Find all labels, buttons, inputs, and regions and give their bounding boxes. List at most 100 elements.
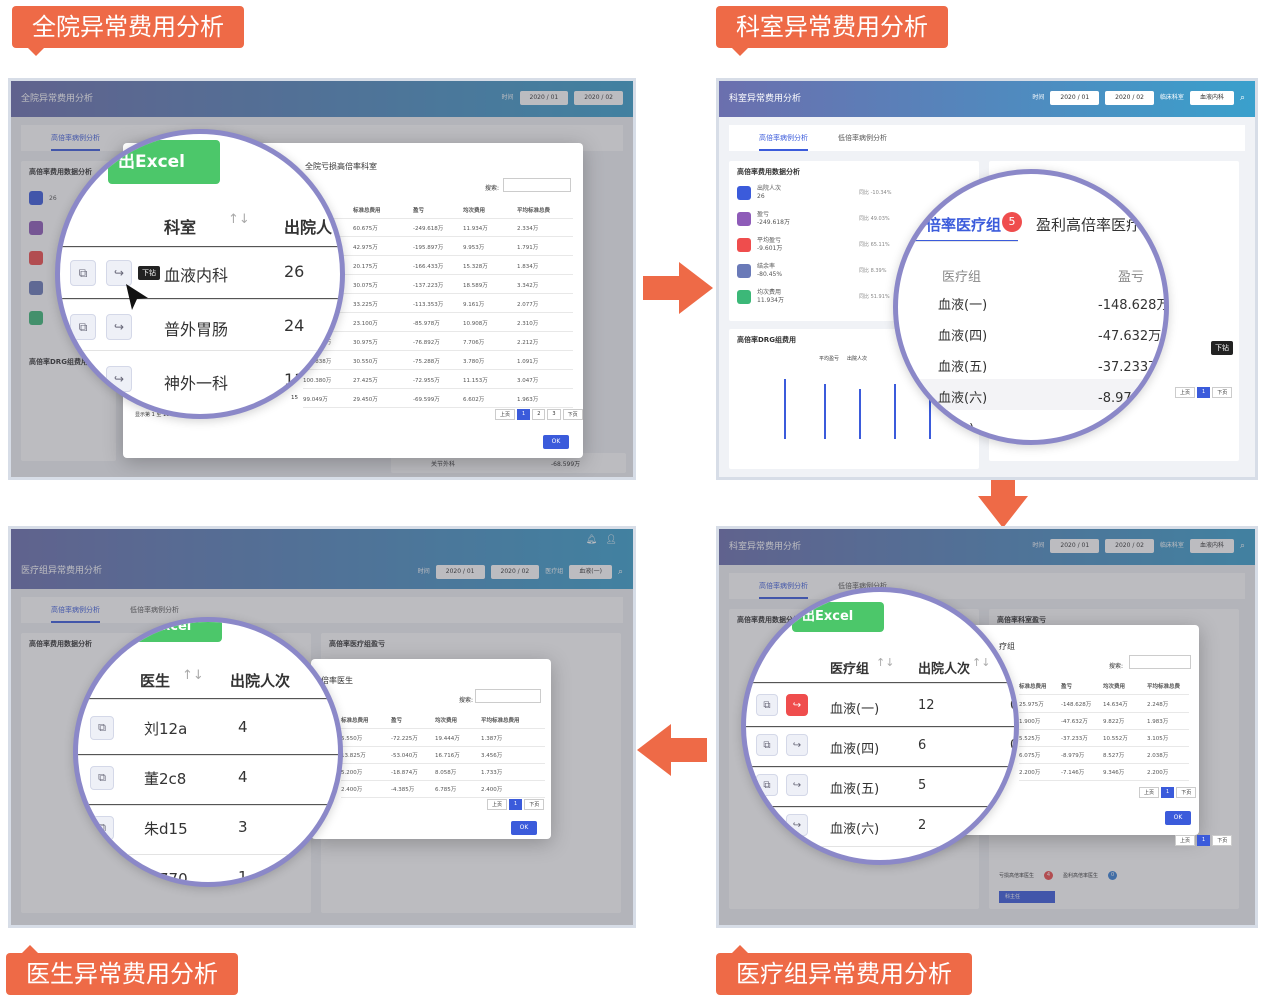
- sort-icon[interactable]: ↑↓: [182, 668, 204, 683]
- row-count: 12: [918, 698, 935, 713]
- prev-button[interactable]: 上页: [495, 409, 516, 420]
- drill-icon[interactable]: ↪: [106, 314, 132, 340]
- next-button[interactable]: 下页: [1176, 787, 1197, 798]
- metric-label: 结余率: [757, 263, 776, 270]
- sort-icon[interactable]: ↑↓: [228, 212, 250, 227]
- row-count: 6: [918, 738, 927, 753]
- column-header: 平均标准总费: [1147, 684, 1181, 690]
- row-count: 26: [284, 262, 305, 281]
- search-input[interactable]: [475, 689, 541, 703]
- ok-button[interactable]: OK: [543, 435, 569, 449]
- search-icon[interactable]: ⌕: [1240, 91, 1245, 105]
- row-count: 5: [918, 778, 927, 793]
- date-from-input[interactable]: 2020 / 01: [1050, 91, 1100, 105]
- table-cell: 9.822万: [1103, 719, 1125, 725]
- table-cell: 10.552万: [1103, 736, 1128, 742]
- row-doctor: 刘12a: [144, 720, 188, 738]
- table-row: 13.825万 -53.040万 16.716万 3.456万: [341, 746, 545, 764]
- copy-icon[interactable]: ⧉: [756, 774, 778, 796]
- table-cell: 100.380万: [303, 378, 332, 384]
- row-group: 血液(六): [938, 391, 988, 406]
- tab-profit-group[interactable]: 盈利高倍率医疗组: [1036, 214, 1156, 235]
- copy-icon[interactable]: ⧉: [70, 260, 96, 286]
- row-group: 液(二): [938, 422, 975, 437]
- column-header: 均次费用: [1103, 684, 1126, 690]
- drill-icon[interactable]: ↪: [106, 366, 132, 392]
- column-header: 盈亏: [413, 208, 425, 214]
- row-count: 24: [284, 316, 305, 335]
- row-profit: -47.632万: [1098, 329, 1162, 344]
- data-table: 标准总费用 盈亏 均次费用 平均标准总费用 5.550万 -72.225万 19.444万 1…: [341, 711, 545, 801]
- next-button[interactable]: 下页: [1212, 387, 1233, 398]
- dept-label: 临床科室: [1159, 94, 1184, 101]
- search-input[interactable]: [1129, 655, 1191, 669]
- row-divider: [746, 726, 1014, 728]
- column-header: 标准总费用: [341, 718, 369, 724]
- drill-icon[interactable]: ↪: [786, 774, 808, 796]
- table-cell: -137.223万: [413, 283, 444, 289]
- table-cell: -72.955万: [413, 378, 440, 384]
- table-cell: -75.288万: [413, 359, 440, 365]
- row-divider: [60, 298, 340, 300]
- page-1[interactable]: 1: [1197, 387, 1211, 398]
- copy-icon[interactable]: ⧉: [90, 716, 114, 740]
- page-1[interactable]: 1: [1197, 835, 1211, 846]
- drill-icon[interactable]: ↪: [786, 814, 808, 836]
- pager: 上页 1 下页: [1175, 387, 1233, 398]
- drill-icon[interactable]: ↪: [786, 694, 808, 716]
- next-button[interactable]: 下页: [524, 799, 545, 810]
- table-cell: 9.161万: [463, 302, 485, 308]
- ok-button[interactable]: OK: [511, 821, 537, 835]
- table-cell: 8.527万: [1103, 753, 1125, 759]
- column-header: 平均标准总费用: [481, 718, 520, 724]
- page-1[interactable]: 1: [517, 409, 531, 420]
- table-cell: 18.589万: [463, 283, 488, 289]
- balance-icon: [737, 238, 751, 252]
- copy-icon[interactable]: ⧉: [756, 734, 778, 756]
- table-cell: 1.983万: [1147, 719, 1169, 725]
- header-divider: [60, 246, 340, 248]
- tab-loss-group[interactable]: 倍率医疗组: [926, 214, 1001, 235]
- export-excel-button[interactable]: 出Excel: [108, 140, 220, 184]
- drill-icon[interactable]: ↪: [106, 260, 132, 286]
- date-to-input[interactable]: 2020 / 02: [1105, 91, 1154, 105]
- copy-icon[interactable]: ⧉: [70, 314, 96, 340]
- tab-low[interactable]: 低倍率病例分析: [838, 125, 887, 151]
- page-1[interactable]: 1: [509, 799, 523, 810]
- copy-icon[interactable]: ⧉: [756, 814, 778, 836]
- metric-label: 出院人次: [757, 185, 782, 192]
- group-panel: 科室异常费用分析 时间 2020 / 01 2020 / 02 临床科室 血液内…: [716, 526, 1258, 928]
- prev-button[interactable]: 上页: [1175, 387, 1196, 398]
- table-cell: 99.049万: [303, 397, 328, 403]
- page-3[interactable]: 3: [547, 409, 561, 420]
- metric-pct: 同比 51.91%: [859, 294, 890, 300]
- next-button[interactable]: 下页: [562, 409, 583, 420]
- prev-button[interactable]: 上页: [1175, 835, 1196, 846]
- table-header: 标准总费用 盈亏 均次费用 平均标准总费用: [341, 711, 545, 729]
- page-2[interactable]: 2: [532, 409, 546, 420]
- prev-button[interactable]: 上页: [1139, 787, 1160, 798]
- people-icon: [737, 186, 751, 200]
- table-header: 总费用标准总费用盈亏均次费用平均标准总费: [303, 201, 573, 219]
- arrow-right-icon: [643, 262, 713, 314]
- header-bar: 科室异常费用分析 时间 2020 / 01 2020 / 02 临床科室 血液内…: [719, 81, 1255, 117]
- search-input[interactable]: [503, 178, 571, 192]
- copy-icon[interactable]: ⧉: [90, 766, 114, 790]
- sort-icon[interactable]: ↑↓: [876, 656, 894, 669]
- table-cell: 3.047万: [517, 378, 539, 384]
- copy-icon[interactable]: ⧉: [90, 816, 114, 840]
- prev-button[interactable]: 上页: [487, 799, 508, 810]
- drill-icon[interactable]: ↪: [786, 734, 808, 756]
- next-button[interactable]: 下页: [1212, 835, 1233, 846]
- metric-row: 结余率 -80.45%: [737, 263, 782, 279]
- ok-button[interactable]: OK: [1165, 811, 1191, 825]
- dept-select[interactable]: 血液内科: [1189, 91, 1234, 105]
- table-row: 107.887万30.975万-76.892万7.706万2.212万: [303, 333, 573, 351]
- table-cell: 9.953万: [463, 245, 485, 251]
- copy-icon[interactable]: ⧉: [756, 694, 778, 716]
- page-1[interactable]: 1: [1161, 787, 1175, 798]
- row-profit: -8.979万: [1098, 391, 1153, 406]
- export-excel-button[interactable]: 出Excel: [792, 602, 884, 632]
- tab-high[interactable]: 高倍率病例分析: [759, 125, 808, 151]
- sort-icon[interactable]: ↑↓: [972, 656, 990, 669]
